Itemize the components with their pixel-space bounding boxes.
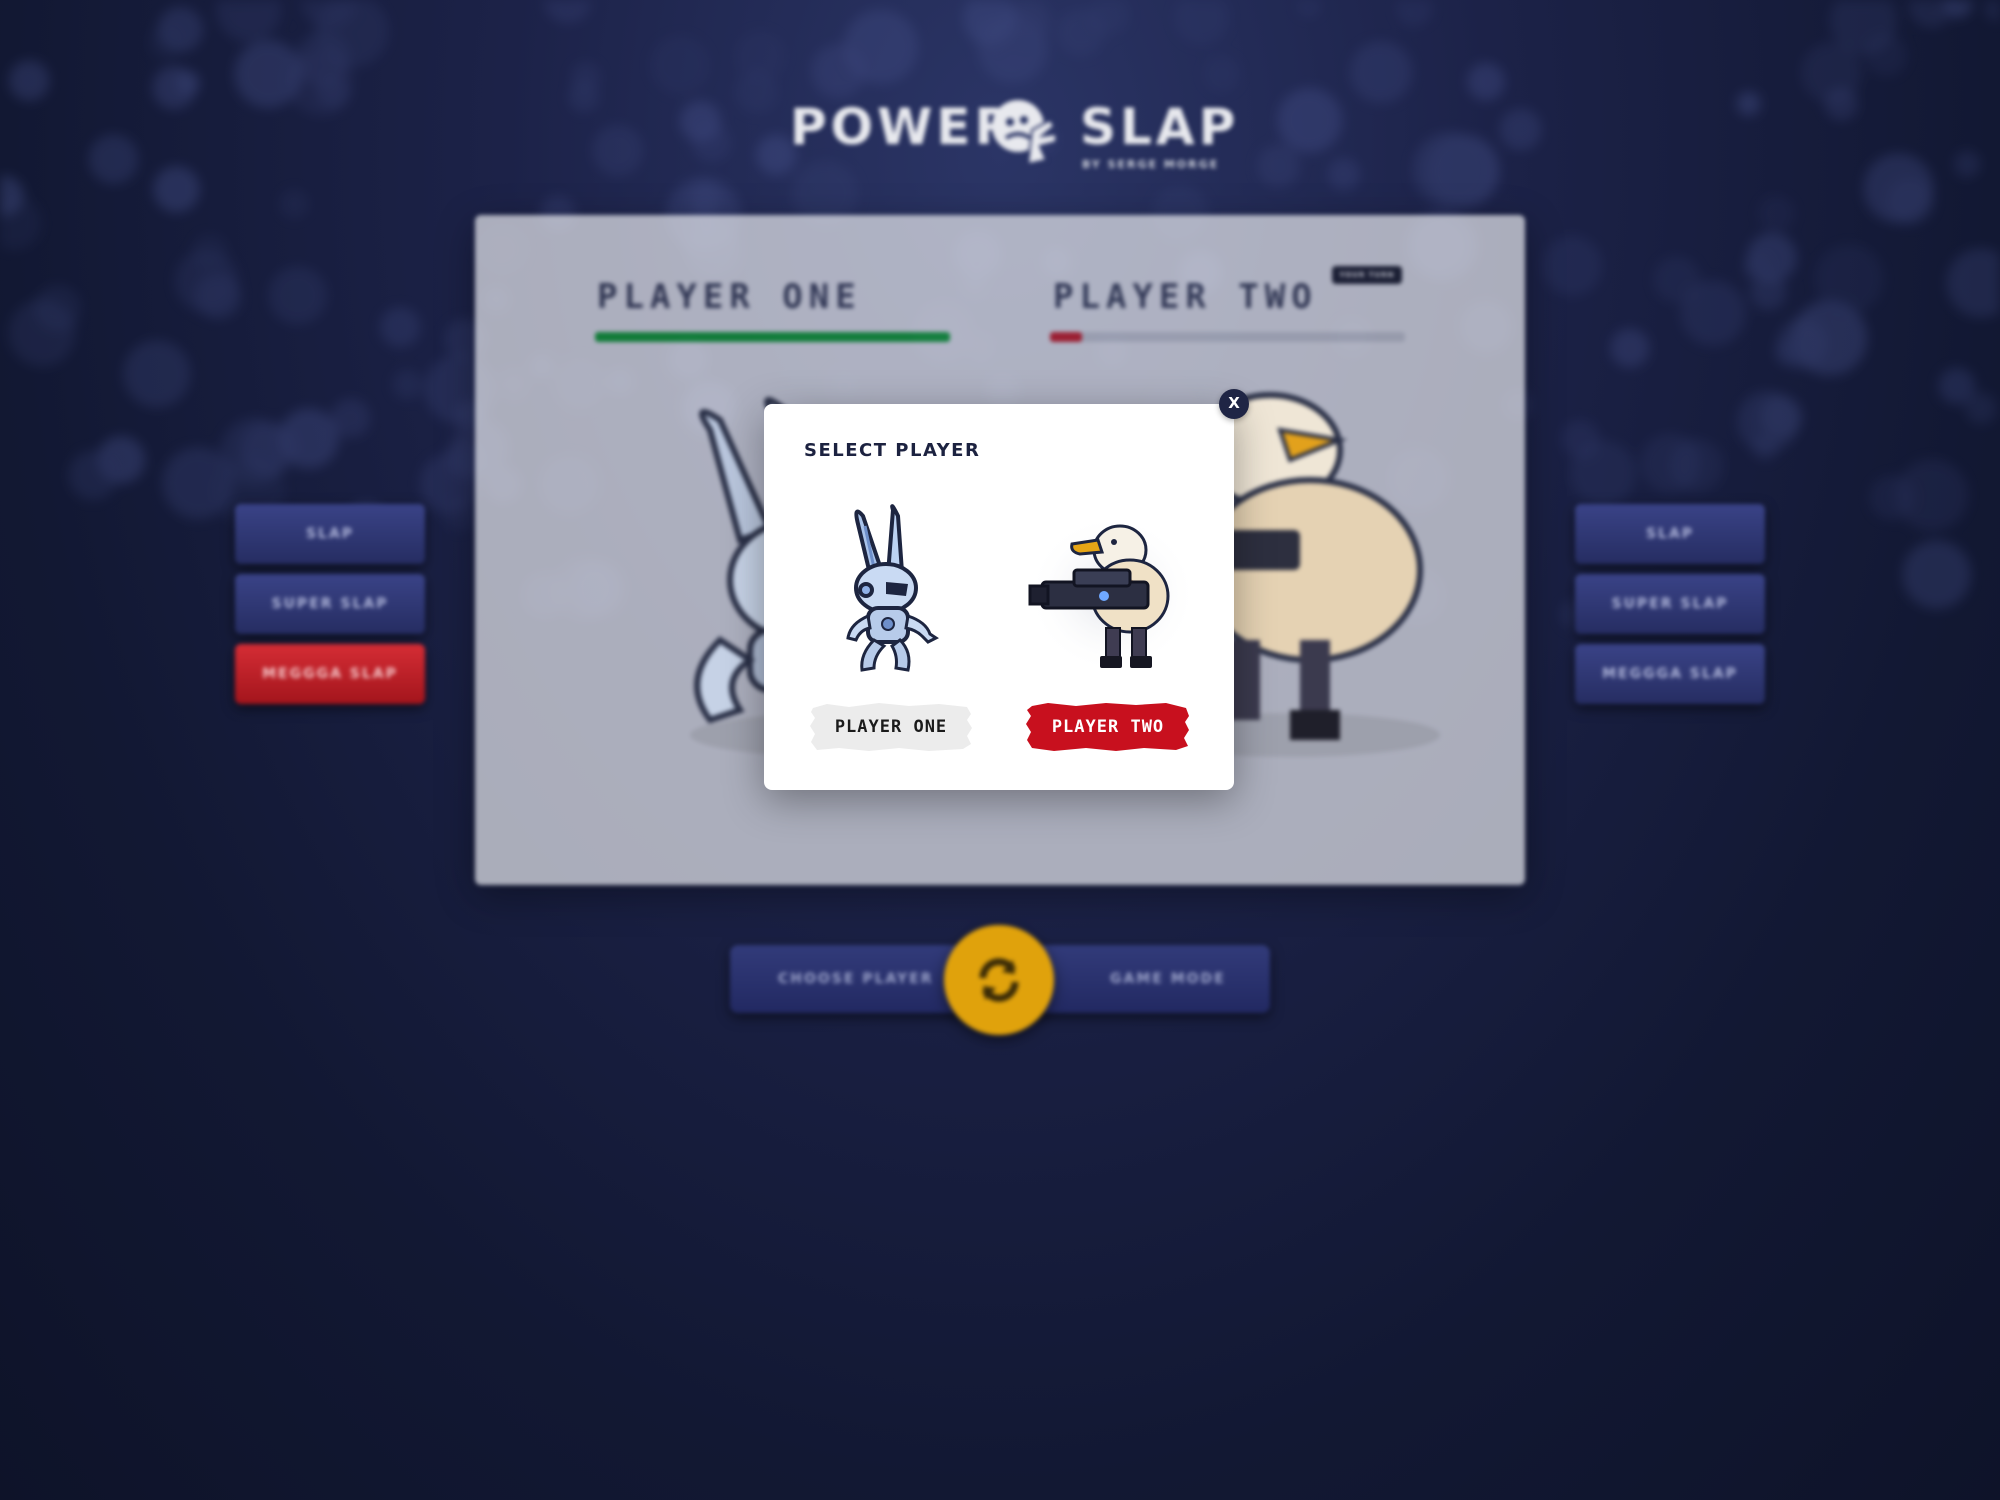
player-two-health-fill: [1050, 332, 1082, 342]
turn-badge: YOUR TURN: [1332, 266, 1402, 284]
left-meggga-slap-button[interactable]: MEGGGA SLAP: [235, 644, 425, 704]
logo-word-slap: SLAP: [1080, 98, 1240, 156]
select-player-one-label: PLAYER ONE: [834, 717, 948, 737]
select-player-two-button[interactable]: PLAYER TWO: [1026, 702, 1190, 752]
choose-player-button[interactable]: CHOOSE PLAYER: [778, 945, 933, 1013]
select-player-one-button[interactable]: PLAYER ONE: [809, 702, 973, 752]
player-one-health-bar: [595, 332, 950, 342]
player-one-title: PLAYER ONE: [597, 277, 862, 317]
right-slap-button[interactable]: SLAP: [1575, 504, 1765, 564]
refresh-icon: [979, 958, 1019, 1002]
select-player-two-label: PLAYER TWO: [1051, 717, 1165, 737]
eagle-gunner-character[interactable]: [1022, 504, 1192, 674]
player-one-health-fill: [595, 332, 950, 342]
right-super-slap-button[interactable]: SUPER SLAP: [1575, 574, 1765, 634]
refresh-button[interactable]: [944, 925, 1054, 1035]
logo-byline: BY SERGE MORGE: [1082, 158, 1220, 171]
left-slap-button[interactable]: SLAP: [235, 504, 425, 564]
player-two-health-bar: [1050, 332, 1405, 342]
right-meggga-slap-button[interactable]: MEGGGA SLAP: [1575, 644, 1765, 704]
select-player-modal: SELECT PLAYER PLAYER ONE PLAYER TWO: [764, 404, 1234, 790]
left-super-slap-button[interactable]: SUPER SLAP: [235, 574, 425, 634]
slap-hand-icon: [992, 100, 1057, 166]
player-two-title: PLAYER TWO: [1053, 277, 1318, 317]
robot-rabbit-character[interactable]: [808, 504, 978, 674]
game-mode-button[interactable]: GAME MODE: [1110, 945, 1226, 1013]
close-modal-button[interactable]: X: [1219, 389, 1249, 419]
modal-title: SELECT PLAYER: [804, 440, 981, 461]
game-logo: POWER SLAP BY SERGE MORGE: [780, 88, 1235, 178]
